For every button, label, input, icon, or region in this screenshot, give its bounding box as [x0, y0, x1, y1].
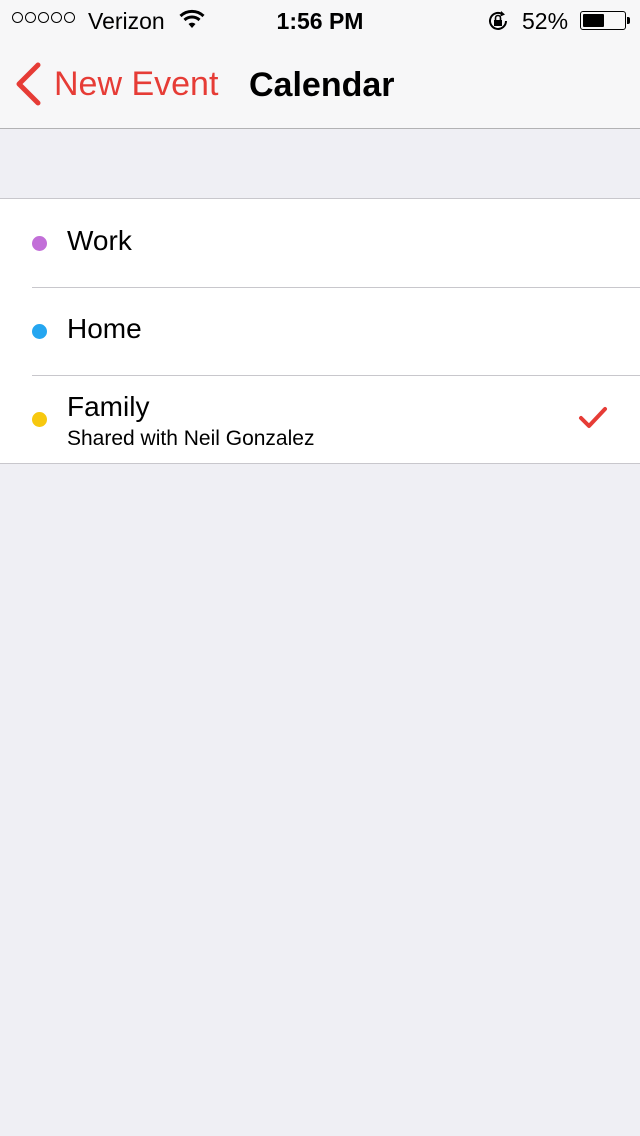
back-label: New Event — [54, 64, 219, 103]
status-bar: Verizon 1:56 PM 52% — [0, 0, 640, 40]
checkmark-icon — [579, 407, 607, 428]
calendar-color-dot — [32, 236, 47, 251]
page-title: Calendar — [249, 66, 395, 104]
calendar-list: Work Home Family Shared with Neil Gonzal… — [0, 198, 640, 464]
top-bar: Verizon 1:56 PM 52% New Event Calendar — [0, 0, 640, 129]
calendar-row-family[interactable]: Family Shared with Neil Gonzalez — [0, 375, 640, 463]
battery-percentage: 52% — [522, 8, 569, 34]
calendar-color-dot — [32, 412, 47, 427]
calendar-name: Family — [67, 391, 150, 422]
chevron-left-icon — [16, 62, 41, 106]
calendar-row-work[interactable]: Work — [0, 199, 640, 287]
calendar-row-home[interactable]: Home — [0, 287, 640, 375]
calendar-shared-subtitle: Shared with Neil Gonzalez — [67, 427, 315, 450]
calendar-color-dot — [32, 324, 47, 339]
rotation-lock-icon — [489, 11, 507, 30]
calendar-name: Work — [67, 225, 132, 256]
back-button[interactable]: New Event — [14, 62, 218, 106]
calendar-name: Home — [67, 313, 142, 344]
battery-icon — [580, 11, 630, 30]
